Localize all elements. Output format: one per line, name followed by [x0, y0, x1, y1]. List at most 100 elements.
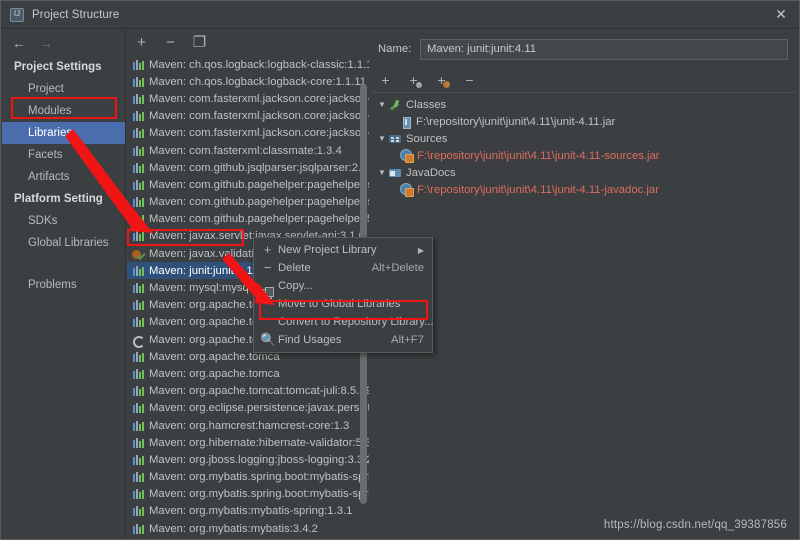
library-list-item-label: Maven: org.apache.tom	[144, 299, 268, 311]
remove-attachment-button[interactable]: −	[462, 73, 477, 88]
library-list-item[interactable]: Maven: org.mybatis.spring.boot:mybatis-s…	[127, 469, 369, 486]
maven-icon	[132, 351, 144, 363]
maven-icon	[132, 488, 144, 500]
add-javadocs-button[interactable]: +	[434, 73, 449, 88]
chevron-down-icon[interactable]: ▼	[378, 99, 389, 110]
menu-accelerator: Alt+F7	[379, 334, 424, 346]
library-context-menu[interactable]: + New Project Library ▶ − Delete Alt+Del…	[253, 237, 433, 353]
tree-item-path-label: F:\repository\junit\junit\4.11\junit-4.1…	[412, 116, 615, 128]
menu-item-delete[interactable]: − Delete Alt+Delete	[254, 259, 432, 277]
tree-group-classes[interactable]: ▼Classes	[370, 96, 798, 113]
chevron-down-icon[interactable]: ▼	[378, 133, 389, 144]
library-list-item[interactable]: Maven: com.github.jsqlparser:jsqlparser:…	[127, 159, 369, 176]
menu-item-new-project-library[interactable]: + New Project Library ▶	[254, 241, 432, 259]
sidebar-item-artifacts[interactable]: Artifacts	[2, 166, 125, 188]
library-list-item-label: Maven: org.mybatis:mybatis-spring:1.3.1	[144, 505, 352, 517]
menu-item-copy[interactable]: Copy...	[254, 277, 432, 295]
javadocs-icon	[389, 167, 402, 178]
intellij-icon	[10, 8, 24, 22]
maven-icon	[132, 437, 144, 449]
library-list-item[interactable]: Maven: org.hamcrest:hamcrest-core:1.3	[127, 417, 369, 434]
library-list-item[interactable]: Maven: com.fasterxml:classmate:1.3.4	[127, 142, 369, 159]
watermark-text: https://blog.csdn.net/qq_39387856	[604, 519, 787, 531]
library-list-item[interactable]: Maven: org.mybatis.spring.boot:mybatis-s…	[127, 486, 369, 503]
library-list-item[interactable]: Maven: com.fasterxml.jackson.core:jackso…	[127, 90, 369, 107]
sidebar-item-facets[interactable]: Facets	[2, 144, 125, 166]
tree-group-javadocs[interactable]: ▼JavaDocs	[370, 164, 798, 181]
library-list-item-label: Maven: org.hamcrest:hamcrest-core:1.3	[144, 420, 349, 432]
library-list-item[interactable]: Maven: org.mybatis:mybatis-spring:1.3.1	[127, 503, 369, 520]
tree-item-path[interactable]: F:\repository\junit\junit\4.11\junit-4.1…	[370, 147, 798, 164]
library-list-item[interactable]: Maven: org.eclipse.persistence:javax.per…	[127, 400, 369, 417]
menu-item-convert-to-repository-library[interactable]: Convert to Repository Library...	[254, 313, 432, 331]
maven-icon	[132, 505, 144, 517]
library-list-item[interactable]: Maven: org.apache.tomcat:tomcat-juli:8.5…	[127, 383, 369, 400]
sidebar-item-project[interactable]: Project	[2, 78, 125, 100]
maven-icon	[132, 93, 144, 105]
menu-item-move-to-global-libraries[interactable]: Move to Global Libraries	[254, 295, 432, 313]
tree-item-path[interactable]: F:\repository\junit\junit\4.11\junit-4.1…	[370, 181, 798, 198]
back-arrow-icon[interactable]: ←	[12, 36, 26, 50]
chevron-down-icon[interactable]: ▼	[378, 167, 389, 178]
library-list-item[interactable]: Maven: org.apache.tomca	[127, 365, 369, 382]
sidebar-item-modules[interactable]: Modules	[2, 100, 125, 122]
maven-icon	[132, 454, 144, 466]
attachments-tree[interactable]: ▼Classes F:\repository\junit\junit\4.11\j…	[370, 96, 798, 198]
add-library-button[interactable]: +	[134, 36, 149, 51]
sidebar-group-platform-setting: Platform Setting	[2, 188, 125, 210]
library-list-item-label: Maven: org.mybatis:mybatis:3.4.2	[144, 523, 318, 535]
library-list-item[interactable]: Maven: com.fasterxml.jackson.core:jackso…	[127, 125, 369, 142]
library-list-item[interactable]: Maven: ch.qos.logback:logback-core:1.1.1…	[127, 73, 369, 90]
menu-label: New Project Library	[275, 244, 410, 256]
library-list-item[interactable]: Maven: org.mybatis:mybatis:3.4.2	[127, 520, 369, 537]
maven-icon	[132, 523, 144, 535]
remove-library-button[interactable]: −	[163, 36, 178, 51]
library-list-item[interactable]: Maven: org.jboss.logging:jboss-logging:3…	[127, 451, 369, 468]
search-icon: 🔍	[260, 333, 275, 347]
maven-icon	[132, 471, 144, 483]
plus-icon: +	[260, 243, 275, 257]
maven-icon	[132, 368, 144, 380]
maven-icon	[132, 316, 144, 328]
forward-arrow-icon[interactable]: →	[39, 36, 53, 50]
library-list-item-label: Maven: org.hibernate:hibernate-validator…	[144, 437, 369, 449]
globe-icon	[400, 183, 413, 196]
sidebar-item-problems[interactable]: Problems	[2, 274, 125, 296]
library-list-item-label: Maven: ch.qos.logback:logback-core:1.1.1…	[144, 76, 366, 88]
library-list-item[interactable]: Maven: com.fasterxml.jackson.core:jackso…	[127, 108, 369, 125]
maven-icon	[132, 196, 144, 208]
library-list-item[interactable]: Maven: org.slf4j:jcl-over-slf4j:1.7.26	[127, 537, 369, 538]
minus-icon: −	[260, 261, 275, 275]
sidebar-nav-arrows: ← →	[2, 30, 125, 56]
library-list-item-label: Maven: ch.qos.logback:logback-classic:1.…	[144, 59, 369, 71]
menu-item-find-usages[interactable]: 🔍 Find Usages Alt+F7	[254, 331, 432, 349]
sidebar-item-sdks[interactable]: SDKs	[2, 210, 125, 232]
maven-icon	[132, 230, 144, 242]
maven-icon	[132, 299, 144, 311]
library-list-item-label: Maven: com.fasterxml.jackson.core:jackso…	[144, 127, 369, 139]
tree-group-sources[interactable]: ▼ Sources	[370, 130, 798, 147]
close-icon[interactable]: ✕	[773, 7, 789, 23]
add-sources-button[interactable]: +	[406, 73, 421, 88]
library-list-item[interactable]: Maven: org.hibernate:hibernate-validator…	[127, 434, 369, 451]
library-name-label: Name:	[378, 43, 420, 55]
attachments-toolbar: + + + −	[370, 68, 798, 92]
library-list-item[interactable]: Maven: com.github.pagehelper:pagehelper:…	[127, 211, 369, 228]
add-attachment-button[interactable]: +	[378, 73, 393, 88]
maven-icon	[132, 127, 144, 139]
copy-library-button[interactable]: ❐	[192, 36, 207, 51]
sources-badge-icon	[416, 82, 422, 88]
tree-group-label: Sources	[402, 133, 447, 145]
library-list-item[interactable]: Maven: com.github.pagehelper:pagehelper-…	[127, 194, 369, 211]
library-list-item-label: Maven: org.mybatis.spring.boot:mybatis-s…	[144, 471, 369, 483]
sidebar-item-global-libraries[interactable]: Global Libraries	[2, 232, 125, 254]
tree-item-path[interactable]: F:\repository\junit\junit\4.11\junit-4.1…	[370, 113, 798, 130]
tomcat-icon	[132, 334, 144, 346]
library-list-item[interactable]: Maven: com.github.pagehelper:pagehelper-…	[127, 176, 369, 193]
library-name-input[interactable]	[420, 39, 788, 60]
library-list-item[interactable]: Maven: ch.qos.logback:logback-classic:1.…	[127, 56, 369, 73]
globe-icon	[400, 149, 413, 162]
sidebar-item-libraries[interactable]: Libraries	[2, 122, 125, 144]
maven-icon	[132, 402, 144, 414]
jar-icon	[400, 116, 412, 128]
